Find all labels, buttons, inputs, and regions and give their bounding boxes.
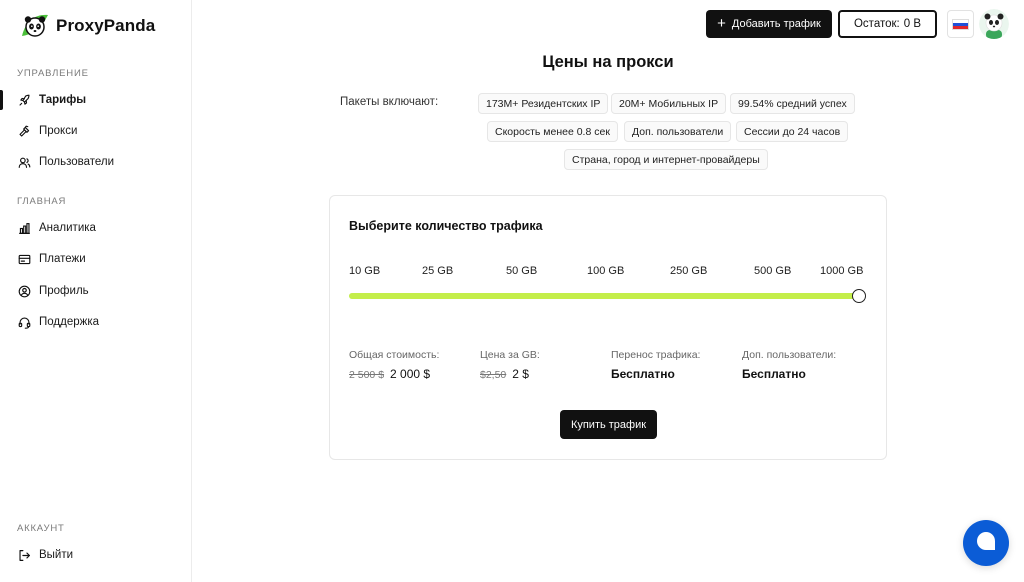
sidebar-item-label: Пользователи <box>39 156 115 168</box>
traffic-option-1000gb[interactable]: 1000 GB <box>820 265 863 277</box>
users-icon <box>18 156 31 169</box>
rollover-value: Бесплатно <box>611 367 675 381</box>
sidebar-item-tariffs[interactable]: Тарифы <box>0 87 191 113</box>
sidebar-item-label: Аналитика <box>39 222 96 234</box>
buy-traffic-button[interactable]: Купить трафик <box>560 410 657 439</box>
add-traffic-button[interactable]: + Добавить трафик <box>706 10 832 38</box>
traffic-slider-fill <box>349 293 859 299</box>
balance-value: 0 B <box>903 18 921 30</box>
sidebar-item-logout[interactable]: Выйти <box>0 542 191 568</box>
traffic-option-250gb[interactable]: 250 GB <box>670 265 707 277</box>
page-title: Цены на прокси <box>542 53 674 71</box>
sidebar-item-analytics[interactable]: Аналитика <box>0 215 191 241</box>
russia-flag-icon <box>952 18 969 30</box>
sidebar-item-payments[interactable]: Платежи <box>0 246 191 272</box>
sidebar-item-label: Поддержка <box>39 316 99 328</box>
price-per-gb-new: 2 $ <box>512 367 529 381</box>
traffic-card-title: Выберите количество трафика <box>349 219 543 233</box>
language-switcher[interactable] <box>947 10 974 38</box>
feature-chip: Доп. пользователи <box>624 121 732 142</box>
feature-chip: 99.54% средний успех <box>730 93 855 114</box>
feature-chip: Страна, город и интернет-провайдеры <box>564 149 768 170</box>
rocket-icon <box>18 94 31 107</box>
feature-chip: 173M+ Резидентских IP <box>478 93 609 114</box>
traffic-slider-handle[interactable] <box>852 289 866 303</box>
total-cost-label: Общая стоимость: <box>349 349 440 361</box>
sidebar-item-label: Прокси <box>39 125 78 137</box>
plus-icon: + <box>717 15 726 32</box>
sidebar-item-label: Профиль <box>39 285 89 297</box>
price-per-gb-value: $2,50 2 $ <box>480 367 529 381</box>
traffic-card: Выберите количество трафика 10 GB 25 GB … <box>329 195 887 460</box>
logout-icon <box>18 549 31 562</box>
brand-name: ProxyPanda <box>56 16 156 35</box>
hammer-icon <box>18 125 31 138</box>
feature-chip: Скорость менее 0.8 сек <box>487 121 618 142</box>
total-cost-value: 2 500 $ 2 000 $ <box>349 367 430 381</box>
chat-widget-button[interactable] <box>963 520 1009 566</box>
balance-label: Остаток: <box>853 18 900 30</box>
section-label-main: ГЛАВНАЯ <box>17 196 67 207</box>
bar-chart-icon <box>18 222 31 235</box>
section-label-account: АККАУНТ <box>17 523 65 534</box>
user-circle-icon <box>18 285 31 298</box>
sidebar-item-support[interactable]: Поддержка <box>0 309 191 335</box>
includes-label: Пакеты включают: <box>340 96 439 108</box>
sidebar: ProxyPanda УПРАВЛЕНИЕ Тарифы Прокси Поль… <box>0 0 192 582</box>
feature-chip: Сессии до 24 часов <box>736 121 849 142</box>
traffic-option-25gb[interactable]: 25 GB <box>422 265 453 277</box>
extra-users-label: Доп. пользователи: <box>742 349 837 361</box>
price-per-gb-old: $2,50 <box>480 369 507 381</box>
panda-logo-icon <box>20 12 50 40</box>
total-cost-old: 2 500 $ <box>349 369 385 381</box>
feature-chip: 20M+ Мобильных IP <box>611 93 727 114</box>
sidebar-item-label: Тарифы <box>39 94 87 106</box>
traffic-option-500gb[interactable]: 500 GB <box>754 265 791 277</box>
rollover-label: Перенос трафика: <box>611 349 701 361</box>
headset-icon <box>18 316 31 329</box>
sidebar-item-label: Платежи <box>39 253 86 265</box>
traffic-option-100gb[interactable]: 100 GB <box>587 265 624 277</box>
sidebar-item-users[interactable]: Пользователи <box>0 149 191 175</box>
sidebar-item-profile[interactable]: Профиль <box>0 278 191 304</box>
logo[interactable]: ProxyPanda <box>20 12 155 40</box>
total-cost-new: 2 000 $ <box>390 367 431 381</box>
traffic-option-50gb[interactable]: 50 GB <box>506 265 537 277</box>
traffic-option-10gb[interactable]: 10 GB <box>349 265 380 277</box>
price-per-gb-label: Цена за GB: <box>480 349 540 361</box>
traffic-slider-track[interactable] <box>349 293 859 299</box>
avatar[interactable] <box>979 9 1009 39</box>
chat-icon <box>974 529 998 558</box>
balance-badge: Остаток: 0 B <box>838 10 937 38</box>
receipt-icon <box>18 253 31 266</box>
extra-users-value: Бесплатно <box>742 367 806 381</box>
sidebar-item-proxies[interactable]: Прокси <box>0 118 191 144</box>
add-traffic-label: Добавить трафик <box>731 18 821 30</box>
sidebar-item-label: Выйти <box>39 549 74 561</box>
